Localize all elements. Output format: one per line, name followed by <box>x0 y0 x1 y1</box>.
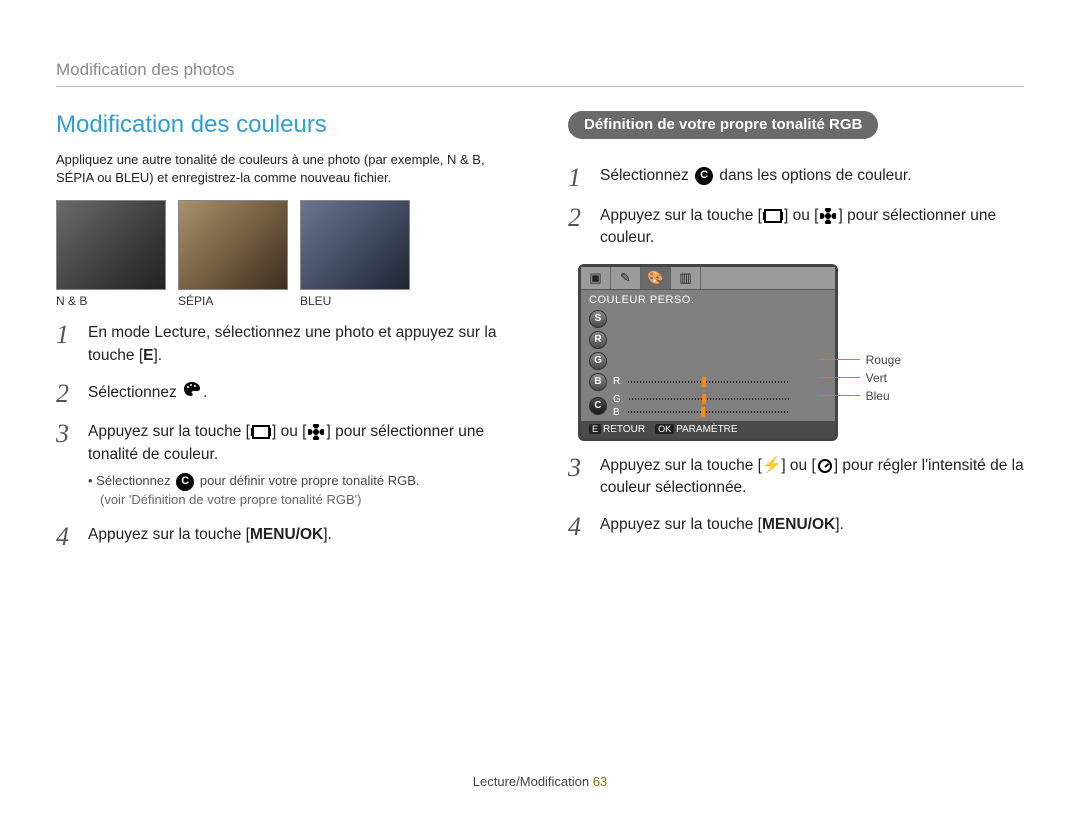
flash-icon: ⚡ <box>762 457 781 474</box>
step-3-bullet: Sélectionnez C pour définir votre propre… <box>88 472 512 491</box>
preset-dot-selected: C <box>589 397 607 415</box>
display-icon <box>252 425 270 439</box>
timer-icon <box>818 459 832 473</box>
tab-icon: ▥ <box>671 267 701 289</box>
step-number: 2 <box>568 205 588 250</box>
step-4-text: Appuyez sur la touche [MENU/OK]. <box>88 524 512 550</box>
thumb-bleu-image <box>300 200 410 290</box>
callouts: Rouge Vert Bleu <box>820 353 901 407</box>
camera-screen: ▣ ✎ 🎨 ▥ COULEUR PERSO. S R G B R <box>578 264 838 441</box>
thumbnail-row: N & B SÉPIA BLEU <box>56 200 512 308</box>
tab-icon: ▣ <box>581 267 611 289</box>
right-steps-cont: 3 Appuyez sur la touche [⚡] ou [] pour r… <box>568 455 1024 540</box>
step-3-text: Appuyez sur la touche [] ou [] pour séle… <box>88 421 512 510</box>
key-menu-ok: MENU/OK <box>250 524 323 546</box>
page-number: 63 <box>593 774 607 789</box>
thumb-sepia: SÉPIA <box>178 200 288 308</box>
tab-color-active: 🎨 <box>641 267 671 289</box>
step-1-text: En mode Lecture, sélectionnez une photo … <box>88 322 512 367</box>
preset-dot: S <box>589 310 607 328</box>
step-number: 1 <box>568 165 588 191</box>
r-step-1: Sélectionnez C dans les options de coule… <box>600 165 1024 191</box>
rgb-b-label: B <box>613 407 620 418</box>
callout-vert: Vert <box>866 371 887 385</box>
subtopic-pill: Définition de votre propre tonalité RGB <box>568 111 878 139</box>
slider-r <box>628 381 788 383</box>
section-title: Modification des couleurs <box>56 111 512 139</box>
left-steps: 1 En mode Lecture, sélectionnez une phot… <box>56 322 512 550</box>
step-3-note: (voir 'Définition de votre propre tonali… <box>100 491 512 510</box>
right-column: Définition de votre propre tonalité RGB … <box>568 111 1024 564</box>
slider-b <box>628 411 788 413</box>
thumb-bleu: BLEU <box>300 200 410 308</box>
macro-icon <box>308 424 324 440</box>
palette-icon <box>183 381 201 404</box>
screen-footer: ERETOUR OKPARAMÈTRE <box>581 421 835 438</box>
intro-text: Appliquez une autre tonalité de couleurs… <box>56 151 512 186</box>
preset-dot: B <box>589 373 607 391</box>
right-steps: 1 Sélectionnez C dans les options de cou… <box>568 165 1024 250</box>
ok-key-icon: OK <box>655 424 674 434</box>
param-label: PARAMÈTRE <box>676 424 738 435</box>
key-e: E <box>143 345 153 367</box>
step-2-text: Sélectionnez . <box>88 381 512 407</box>
step-number: 4 <box>56 524 76 550</box>
slider-g <box>629 398 789 400</box>
page-header: Modification des photos <box>56 60 1024 87</box>
page-footer: Lecture/Modification 63 <box>0 774 1080 789</box>
preset-dot: G <box>589 352 607 370</box>
key-menu-ok: MENU/OK <box>762 514 835 536</box>
rgb-r-label: R <box>613 376 620 387</box>
rgb-g-label: G <box>613 394 621 405</box>
thumb-sepia-label: SÉPIA <box>178 294 288 308</box>
step-number: 3 <box>56 421 76 510</box>
screen-tabs: ▣ ✎ 🎨 ▥ <box>581 267 835 290</box>
r-step-3: Appuyez sur la touche [⚡] ou [] pour rég… <box>600 455 1024 500</box>
preset-dot: R <box>589 331 607 349</box>
tab-icon: ✎ <box>611 267 641 289</box>
thumb-nb-image <box>56 200 166 290</box>
step-number: 4 <box>568 514 588 540</box>
macro-icon <box>820 208 836 224</box>
custom-color-icon: C <box>695 167 713 185</box>
step-number: 3 <box>568 455 588 500</box>
screen-subtitle: COULEUR PERSO. <box>581 290 835 308</box>
thumb-nb: N & B <box>56 200 166 308</box>
step-number: 2 <box>56 381 76 407</box>
r-step-4: Appuyez sur la touche [MENU/OK]. <box>600 514 1024 540</box>
thumb-sepia-image <box>178 200 288 290</box>
callout-bleu: Bleu <box>866 389 890 403</box>
thumb-bleu-label: BLEU <box>300 294 410 308</box>
custom-color-icon: C <box>176 473 194 491</box>
r-step-2: Appuyez sur la touche [] ou [] pour séle… <box>600 205 1024 250</box>
callout-rouge: Rouge <box>866 353 901 367</box>
display-icon <box>764 209 782 223</box>
retour-key-icon: E <box>589 424 601 434</box>
thumb-nb-label: N & B <box>56 294 166 308</box>
left-column: Modification des couleurs Appliquez une … <box>56 111 512 564</box>
step-number: 1 <box>56 322 76 367</box>
retour-label: RETOUR <box>603 424 645 435</box>
